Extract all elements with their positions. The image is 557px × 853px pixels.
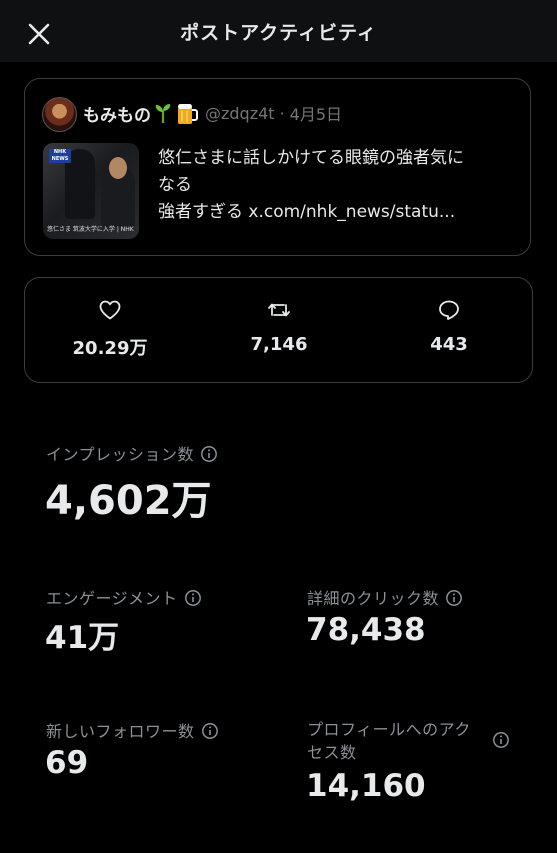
beer-emoji-icon (178, 104, 198, 124)
detail-clicks-value: 78,438 (306, 612, 426, 648)
post-text-line: なる (158, 175, 192, 195)
post-thumbnail[interactable]: NHK NEWS 悠仁さま 筑波大学に入学 | NHK (43, 143, 139, 239)
info-icon[interactable] (184, 589, 202, 607)
likes-count: 20.29万 (72, 338, 148, 359)
info-icon[interactable] (201, 722, 219, 740)
page-title: ポストアクティビティ (180, 22, 377, 44)
reply-bubble-icon (439, 300, 459, 320)
new-followers-label: 新しいフォロワー数 (46, 718, 219, 742)
detail-clicks-label-text: 詳細のクリック数 (307, 589, 440, 608)
reposts-count: 7,146 (250, 334, 308, 355)
heart-icon (99, 300, 121, 320)
header-bar: ポストアクティビティ (0, 0, 557, 62)
replies-stat[interactable]: 443 (389, 298, 509, 355)
replies-count: 443 (430, 334, 468, 355)
post-text: 悠仁さまに話しかけてる眼鏡の強者気に なる 強者すぎる x.com/nhk_ne… (158, 145, 518, 226)
likes-stat[interactable]: 20.29万 (50, 298, 170, 360)
avatar[interactable] (42, 97, 77, 132)
post-text-line: 強者すぎる x.com/nhk_news/statu... (158, 202, 456, 222)
author-handle: @zdqz4t (205, 103, 275, 123)
post-text-line: 悠仁さまに話しかけてる眼鏡の強者気に (158, 148, 464, 168)
author-name: もみもの (83, 105, 151, 126)
nhk-news-logo: NHK NEWS (49, 149, 71, 163)
separator-dot: · (279, 103, 285, 123)
profile-visits-label: プロフィールへのアク セス数 (307, 718, 471, 764)
detail-clicks-label: 詳細のクリック数 (307, 585, 463, 609)
engagements-label: エンゲージメント (46, 585, 202, 609)
thumbnail-face (109, 157, 127, 179)
sprout-emoji-icon (155, 104, 171, 123)
new-followers-label-text: 新しいフォロワー数 (46, 722, 195, 741)
post-date: 4月5日 (289, 105, 343, 124)
engagements-label-text: エンゲージメント (46, 589, 178, 608)
impressions-label-text: インプレッション数 (46, 445, 195, 464)
info-icon[interactable] (445, 589, 463, 607)
profile-visits-label-line: セス数 (307, 743, 357, 762)
info-icon[interactable] (492, 731, 510, 749)
engagements-value: 41万 (45, 620, 120, 656)
author-row: もみもの @zdqz4t · 4月5日 (83, 101, 343, 126)
reposts-stat[interactable]: 7,146 (219, 298, 339, 355)
new-followers-value: 69 (45, 745, 89, 781)
profile-visits-label-line: プロフィールへのアク (307, 720, 471, 739)
repost-icon (268, 303, 290, 317)
info-icon[interactable] (200, 445, 218, 463)
thumbnail-caption: 悠仁さま 筑波大学に入学 | NHK (47, 226, 134, 233)
post-activity-screen: ポストアクティビティ もみもの @zdqz4t · 4月5日 NHK NEWS … (0, 0, 557, 853)
engagement-card: 20.29万 7,146 443 (24, 277, 533, 383)
impressions-value: 4,602万 (45, 478, 212, 524)
post-card[interactable]: もみもの @zdqz4t · 4月5日 NHK NEWS 悠仁さま 筑波大学に入… (24, 78, 531, 256)
profile-visits-value: 14,160 (306, 768, 426, 804)
impressions-label: インプレッション数 (46, 441, 218, 465)
